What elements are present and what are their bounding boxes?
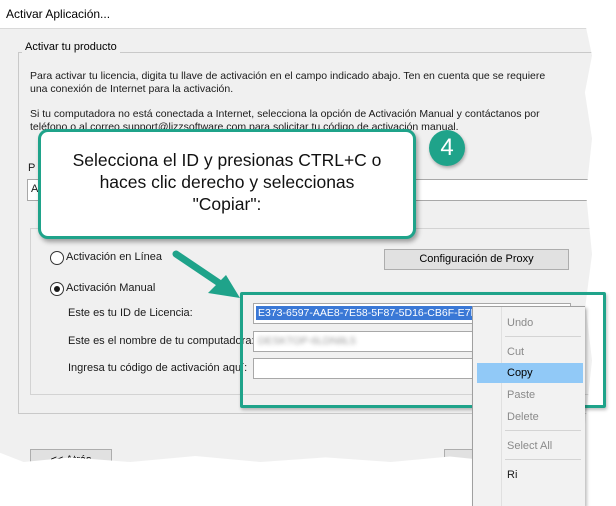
menu-separator	[505, 459, 581, 460]
context-menu: Undo Cut Copy Paste Delete Select All Ri	[472, 306, 585, 506]
menu-item-paste[interactable]: Paste	[477, 385, 583, 405]
menu-item-paste-label: Paste	[507, 389, 536, 401]
menu-item-copy[interactable]: Copy	[477, 363, 583, 383]
callout-text: Selecciona el ID y presionas CTRL+C o ha…	[49, 149, 405, 215]
menu-item-copy-label: Copy	[507, 367, 533, 379]
menu-item-undo[interactable]: Undo	[477, 313, 583, 333]
menu-separator	[505, 336, 581, 337]
step-number-badge: 4	[429, 130, 465, 166]
callout-line-1: Selecciona el ID y presionas CTRL+C o	[72, 150, 382, 170]
instruction-callout: Selecciona el ID y presionas CTRL+C o ha…	[38, 129, 416, 239]
menu-item-cut-label: Cut	[507, 346, 525, 358]
menu-item-undo-label: Undo	[507, 317, 534, 329]
callout-line-2: haces clic derecho y seleccionas	[99, 172, 355, 192]
menu-item-delete[interactable]: Delete	[477, 407, 583, 427]
menu-item-cut[interactable]: Cut	[477, 342, 583, 362]
menu-item-partial[interactable]: Ri	[477, 465, 583, 485]
screenshot: Activar Aplicación... Activar tu product…	[0, 0, 616, 506]
menu-item-partial-label: Ri	[507, 469, 518, 481]
menu-separator	[505, 430, 581, 431]
menu-item-select-all[interactable]: Select All	[477, 436, 583, 456]
menu-item-delete-label: Delete	[507, 411, 539, 423]
callout-line-3: "Copiar":	[192, 194, 262, 214]
menu-item-select-all-label: Select All	[507, 440, 553, 452]
